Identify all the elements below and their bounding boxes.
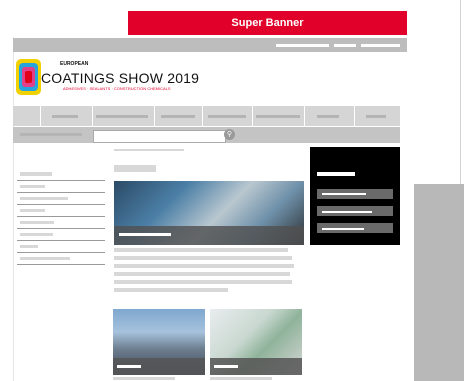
thumbnail-caption-text [214, 365, 238, 368]
sidebar-item-1[interactable] [20, 185, 45, 188]
nav-divider [202, 106, 203, 126]
super-banner[interactable]: Super Banner [128, 11, 407, 35]
article-text-line [114, 248, 288, 252]
promo-item-3-text [322, 228, 364, 230]
nav-divider [304, 106, 305, 126]
nav-item-7[interactable] [366, 115, 386, 118]
nav-divider [154, 106, 155, 126]
top-link-2[interactable] [334, 44, 356, 47]
search-icon: ⚲ [226, 131, 233, 138]
nav-divider [354, 106, 355, 126]
logo-icon[interactable] [15, 59, 42, 95]
search-label [20, 133, 82, 136]
sidebar-divider [17, 192, 105, 193]
logo-top-word: EUROPEAN [60, 61, 89, 67]
nav-divider [40, 106, 41, 126]
nav-item-6[interactable] [317, 115, 339, 118]
nav-divider [252, 106, 253, 126]
sidebar-heading [20, 172, 52, 176]
sidebar-divider [17, 252, 105, 253]
sidebar-item-6[interactable] [20, 245, 38, 248]
logo-tagline: ADHESIVES · SEALANTS · CONSTRUCTION CHEM… [63, 86, 171, 91]
article-text-line [114, 280, 292, 284]
sidebar-divider [17, 180, 105, 181]
search-button[interactable]: ⚲ [224, 129, 235, 140]
nav-divider [92, 106, 93, 126]
nav-item-4[interactable] [208, 115, 246, 118]
page-title [114, 165, 156, 172]
article-text-line [114, 264, 294, 268]
promo-item-2-text [322, 211, 372, 213]
thumbnail-text-line [113, 377, 175, 380]
sidebar-item-2[interactable] [20, 197, 68, 200]
promo-panel-heading [317, 172, 355, 176]
logo-title[interactable]: COATINGS SHOW 2019 [41, 70, 199, 86]
sidebar-item-4[interactable] [20, 221, 54, 224]
sidebar-divider [17, 204, 105, 205]
sidebar-item-3[interactable] [20, 209, 45, 212]
nav-item-2[interactable] [96, 115, 148, 118]
sidebar-divider [17, 240, 105, 241]
article-text-line [114, 288, 228, 292]
search-input[interactable] [93, 130, 226, 143]
thumbnail-caption-text [117, 365, 141, 368]
nav-item-1[interactable] [52, 115, 78, 118]
breadcrumb[interactable] [114, 149, 184, 151]
top-link-1[interactable] [276, 44, 329, 47]
sidebar-divider [17, 228, 105, 229]
nav-item-3[interactable] [161, 115, 195, 118]
sidebar-item-7[interactable] [20, 257, 70, 260]
sidebar-divider [17, 216, 105, 217]
top-link-3[interactable] [361, 44, 400, 47]
article-text-line [114, 256, 292, 260]
sidebar-item-5[interactable] [20, 233, 53, 236]
promo-item-1-text [322, 193, 366, 195]
nav-item-5[interactable] [256, 115, 300, 118]
hero-caption-text [119, 233, 171, 236]
thumbnail-text-line [210, 377, 272, 380]
skyscraper-ad-placeholder[interactable] [414, 184, 464, 381]
article-text-line [114, 272, 290, 276]
sidebar-divider [17, 264, 105, 265]
